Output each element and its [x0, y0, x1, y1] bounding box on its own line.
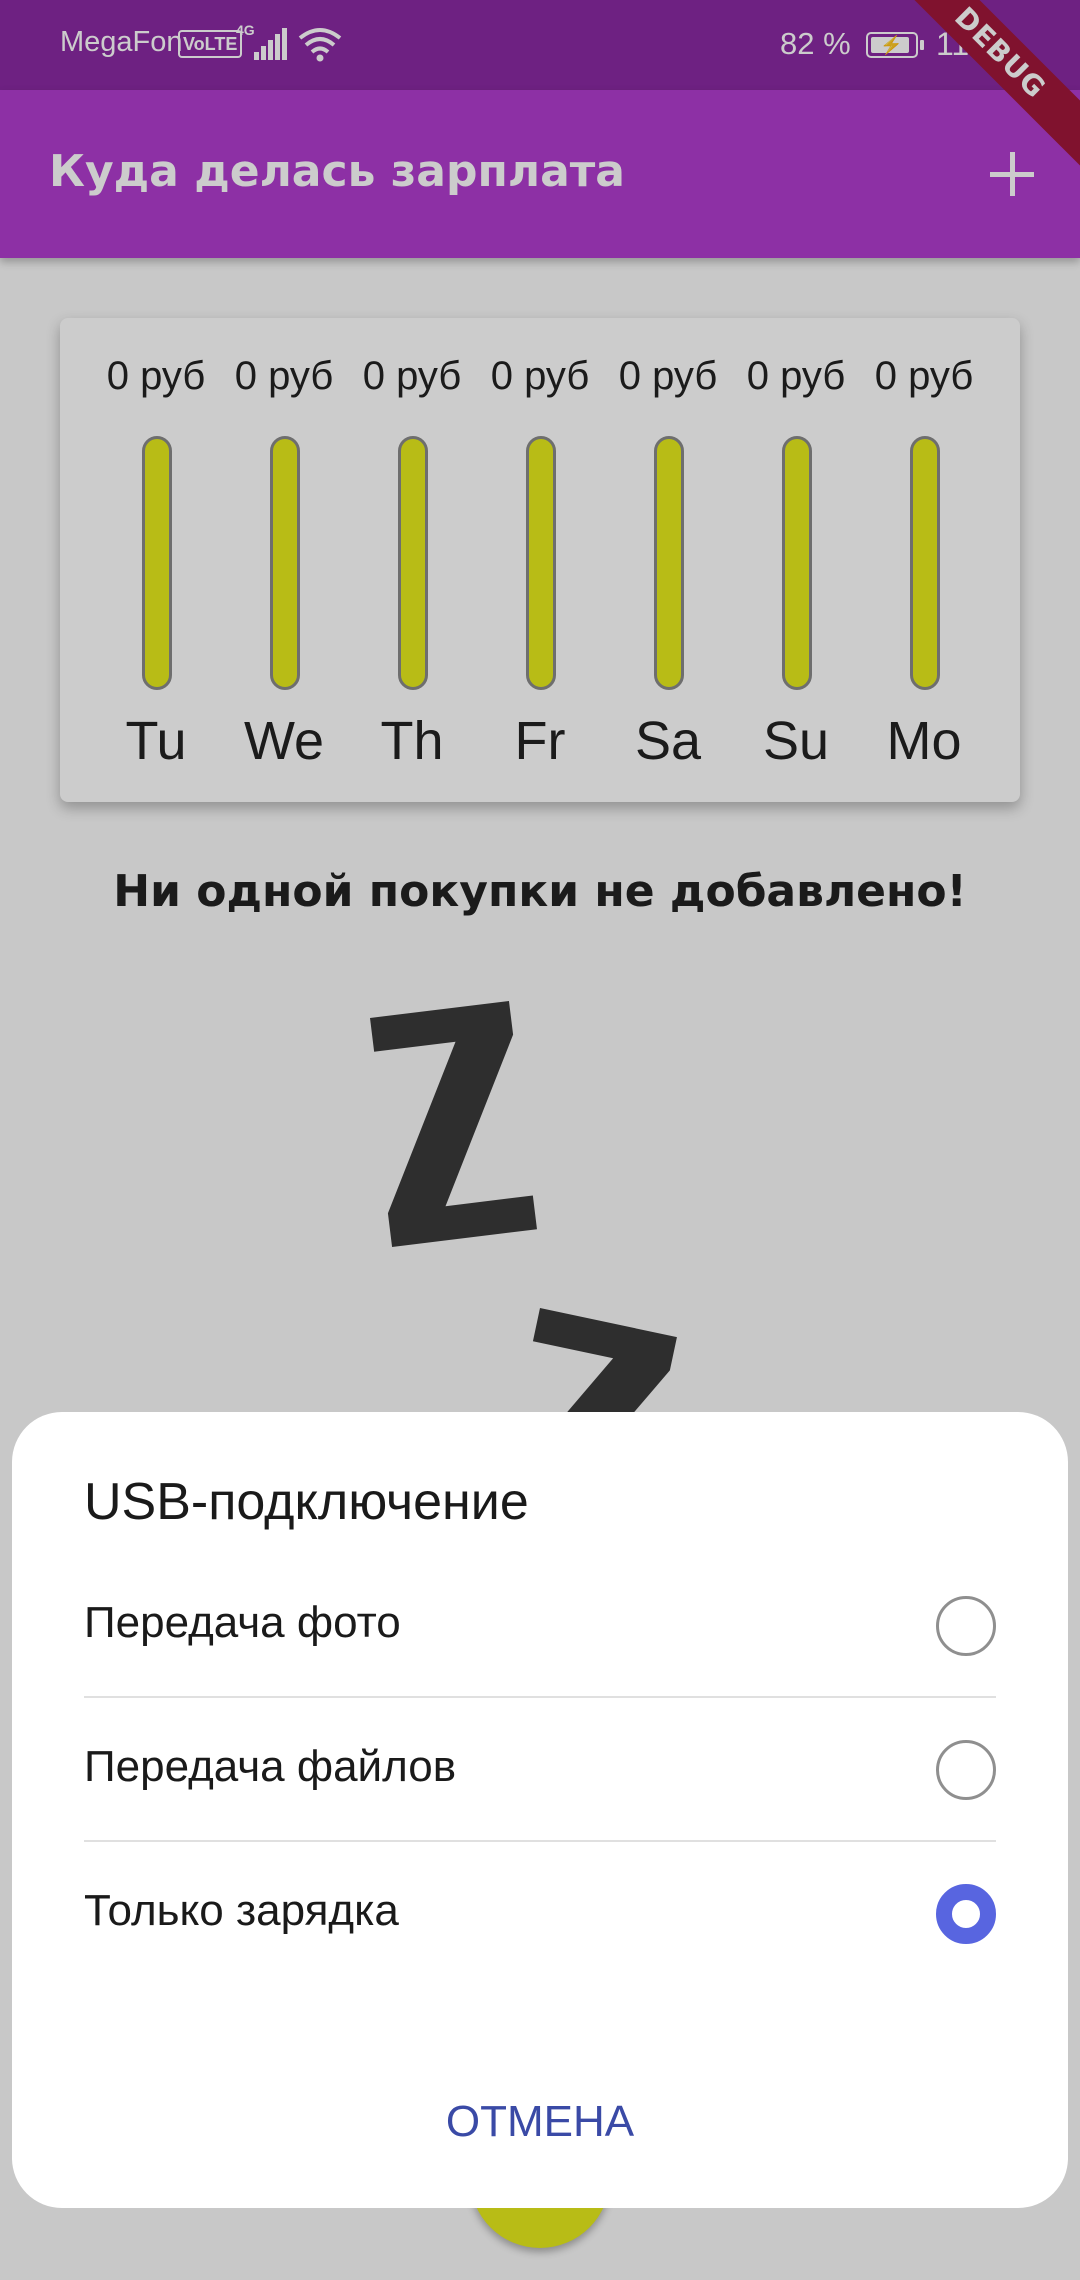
radio-button[interactable]: [936, 1740, 996, 1800]
radio-button[interactable]: [936, 1884, 996, 1944]
app-screen: MegaFon VoLTE 4G 82 % ⚡ 11:01 DEBUG Куда…: [0, 0, 1080, 2280]
option-photo-transfer[interactable]: Передача фото: [84, 1554, 996, 1698]
radio-button[interactable]: [936, 1596, 996, 1656]
dialog-title: USB-подключение: [84, 1473, 529, 1531]
option-label: Передача фото: [84, 1598, 401, 1647]
option-label: Передача файлов: [84, 1742, 457, 1791]
option-charge-only[interactable]: Только зарядка: [84, 1842, 996, 1986]
option-file-transfer[interactable]: Передача файлов: [84, 1698, 996, 1842]
cancel-button[interactable]: ОТМЕНА: [12, 2082, 1068, 2162]
option-label: Только зарядка: [84, 1886, 399, 1935]
usb-connection-dialog: USB-подключение Передача фото Передача ф…: [12, 1412, 1068, 2208]
